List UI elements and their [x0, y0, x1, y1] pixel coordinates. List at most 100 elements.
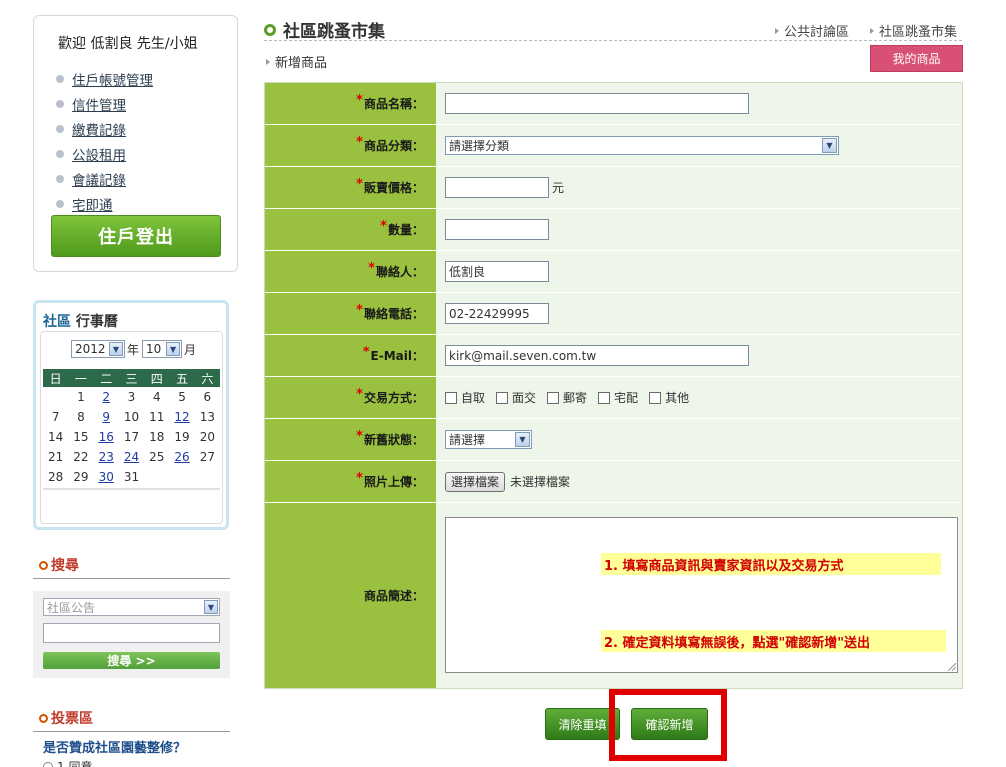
calendar-day[interactable]: 23 [94, 447, 119, 467]
month-select[interactable]: 10 ▼ [142, 340, 183, 358]
calendar-day: 18 [149, 430, 165, 444]
vote-heading: 投票區 [39, 708, 93, 728]
calendar-day[interactable]: 12 [169, 407, 194, 427]
menu-item-delivery[interactable]: 宅即通 [56, 191, 153, 216]
chevron-down-icon[interactable]: ▼ [822, 138, 837, 153]
category-select[interactable]: 請選擇分類 ▼ [445, 136, 839, 155]
checkbox[interactable] [496, 391, 509, 404]
instruction-note-2: 2. 確定資料填寫無誤後，點選"確認新增"送出 [601, 630, 946, 652]
calendar-day[interactable]: 24 [119, 447, 144, 467]
trade-option-other[interactable]: 其他 [649, 389, 689, 406]
menu-link[interactable]: 信件管理 [72, 94, 126, 114]
calendar-day[interactable]: 16 [94, 427, 119, 447]
menu-item-payments[interactable]: 繳費記錄 [56, 116, 153, 141]
radio-button[interactable] [43, 761, 53, 767]
row-condition: * 新舊狀態： 請選擇 ▼ [265, 419, 962, 461]
calendar-day[interactable]: 26 [169, 447, 194, 467]
calendar-day: 4 [152, 390, 161, 404]
vote-option[interactable]: 1.同意 [43, 758, 92, 767]
required-mark: * [356, 303, 363, 318]
calendar-title-suffix: 行事曆 [75, 314, 118, 330]
field-content [445, 209, 549, 250]
chevron-down-icon[interactable]: ▼ [204, 600, 218, 614]
search-panel: 社區公告 ▼ 搜尋 >> [33, 591, 230, 678]
link-flea-market[interactable]: 社區跳蚤市集 [870, 21, 957, 40]
vote-option-label: 1.同意 [57, 760, 93, 767]
member-menu: 住戶帳號管理 信件管理 繳費記錄 公設租用 會議記錄 宅即通 [56, 66, 153, 216]
contact-input[interactable]: 低割良 [445, 261, 549, 282]
link-public-forum[interactable]: 公共討論區 [775, 21, 849, 40]
divider [33, 578, 230, 579]
menu-link[interactable]: 會議記錄 [72, 169, 126, 189]
email-input[interactable]: kirk@mail.seven.com.tw [445, 345, 749, 366]
checkbox[interactable] [547, 391, 560, 404]
chevron-down-icon[interactable]: ▼ [109, 342, 123, 356]
quantity-input[interactable] [445, 219, 549, 240]
checkbox[interactable] [445, 391, 457, 404]
year-select[interactable]: 2012 ▼ [71, 340, 125, 358]
calendar-day: 31 [123, 470, 140, 484]
option-label: 郵寄 [563, 391, 588, 405]
menu-item-minutes[interactable]: 會議記錄 [56, 166, 153, 191]
price-input[interactable] [445, 177, 549, 198]
resize-grip-icon[interactable] [948, 663, 956, 671]
search-input[interactable] [43, 623, 220, 643]
menu-item-account[interactable]: 住戶帳號管理 [56, 66, 153, 91]
calendar-day: 21 [48, 450, 64, 464]
calendar-selectors: 2012 ▼ 年 10 ▼ 月 [71, 340, 196, 358]
link-label[interactable]: 公共討論區 [784, 21, 849, 40]
row-photo: * 照片上傳： 選擇檔案 未選擇檔案 [265, 461, 962, 503]
phone-input[interactable]: 02-22429995 [445, 303, 549, 324]
bullet-icon [56, 99, 64, 108]
menu-link[interactable]: 宅即通 [72, 194, 113, 214]
calendar-day[interactable]: 9 [94, 407, 119, 427]
bullet-icon [56, 124, 64, 133]
label-text: 商品名稱： [363, 97, 424, 111]
search-category-select[interactable]: 社區公告 ▼ [43, 598, 220, 616]
page-title: 社區跳蚤市集 [264, 17, 385, 42]
chevron-down-icon[interactable]: ▼ [166, 342, 181, 356]
label-text: E-Mail： [370, 349, 424, 363]
bullet-icon [56, 199, 64, 208]
calendar-week: 21 22 23 24 25 26 27 [43, 447, 220, 467]
item-name-input[interactable] [445, 93, 749, 114]
required-mark: * [362, 345, 370, 360]
calendar-grid: 日一二三四五六 1 2 3 4 5 6 7 8 9 10 11 12 13 14 15 16 17 18 19 20 2… [43, 369, 220, 487]
field-content: 低割良 [445, 251, 549, 292]
search-category-value: 社區公告 [47, 600, 96, 615]
my-goods-button[interactable]: 我的商品 [870, 45, 963, 72]
menu-item-mail[interactable]: 信件管理 [56, 91, 153, 116]
checkbox[interactable] [598, 391, 611, 404]
divider [43, 488, 220, 490]
calendar-day[interactable]: 2 [94, 387, 119, 407]
year-value: 2012 [75, 342, 106, 356]
menu-link[interactable]: 住戶帳號管理 [72, 69, 153, 89]
label-text: 新舊狀態： [363, 433, 424, 447]
trade-option-mail[interactable]: 郵寄 [547, 389, 587, 406]
vote-heading-text: 投票區 [51, 711, 93, 727]
calendar-day: 3 [127, 390, 136, 404]
link-label[interactable]: 社區跳蚤市集 [879, 21, 957, 40]
condition-select[interactable]: 請選擇 ▼ [445, 430, 532, 449]
trade-option-pickup[interactable]: 自取 [445, 389, 485, 406]
logout-button[interactable]: 住戶登出 [51, 215, 221, 257]
required-mark: * [356, 429, 363, 444]
menu-item-facility[interactable]: 公設租用 [56, 141, 153, 166]
choose-file-button[interactable]: 選擇檔案 [445, 471, 506, 492]
trade-option-meet[interactable]: 面交 [496, 389, 536, 406]
trade-option-delivery[interactable]: 宅配 [598, 389, 638, 406]
field-label: * 商品名稱： [265, 83, 436, 124]
vote-question: 是否贊成社區園藝整修？ [43, 741, 187, 756]
checkbox[interactable] [649, 391, 662, 404]
menu-link[interactable]: 公設租用 [72, 144, 126, 164]
search-button[interactable]: 搜尋 >> [43, 652, 220, 669]
row-email: * E-Mail： kirk@mail.seven.com.tw [265, 335, 962, 377]
field-content [445, 83, 749, 124]
field-content: 元 [445, 167, 564, 208]
chevron-down-icon[interactable]: ▼ [515, 432, 530, 447]
description-textarea[interactable]: 1. 填寫商品資訊與賣家資訊以及交易方式 2. 確定資料填寫無誤後，點選"確認新… [445, 517, 958, 673]
calendar-day[interactable]: 30 [94, 467, 119, 487]
file-status: 未選擇檔案 [510, 475, 571, 489]
menu-link[interactable]: 繳費記錄 [72, 119, 126, 139]
highlight-box [609, 689, 727, 761]
